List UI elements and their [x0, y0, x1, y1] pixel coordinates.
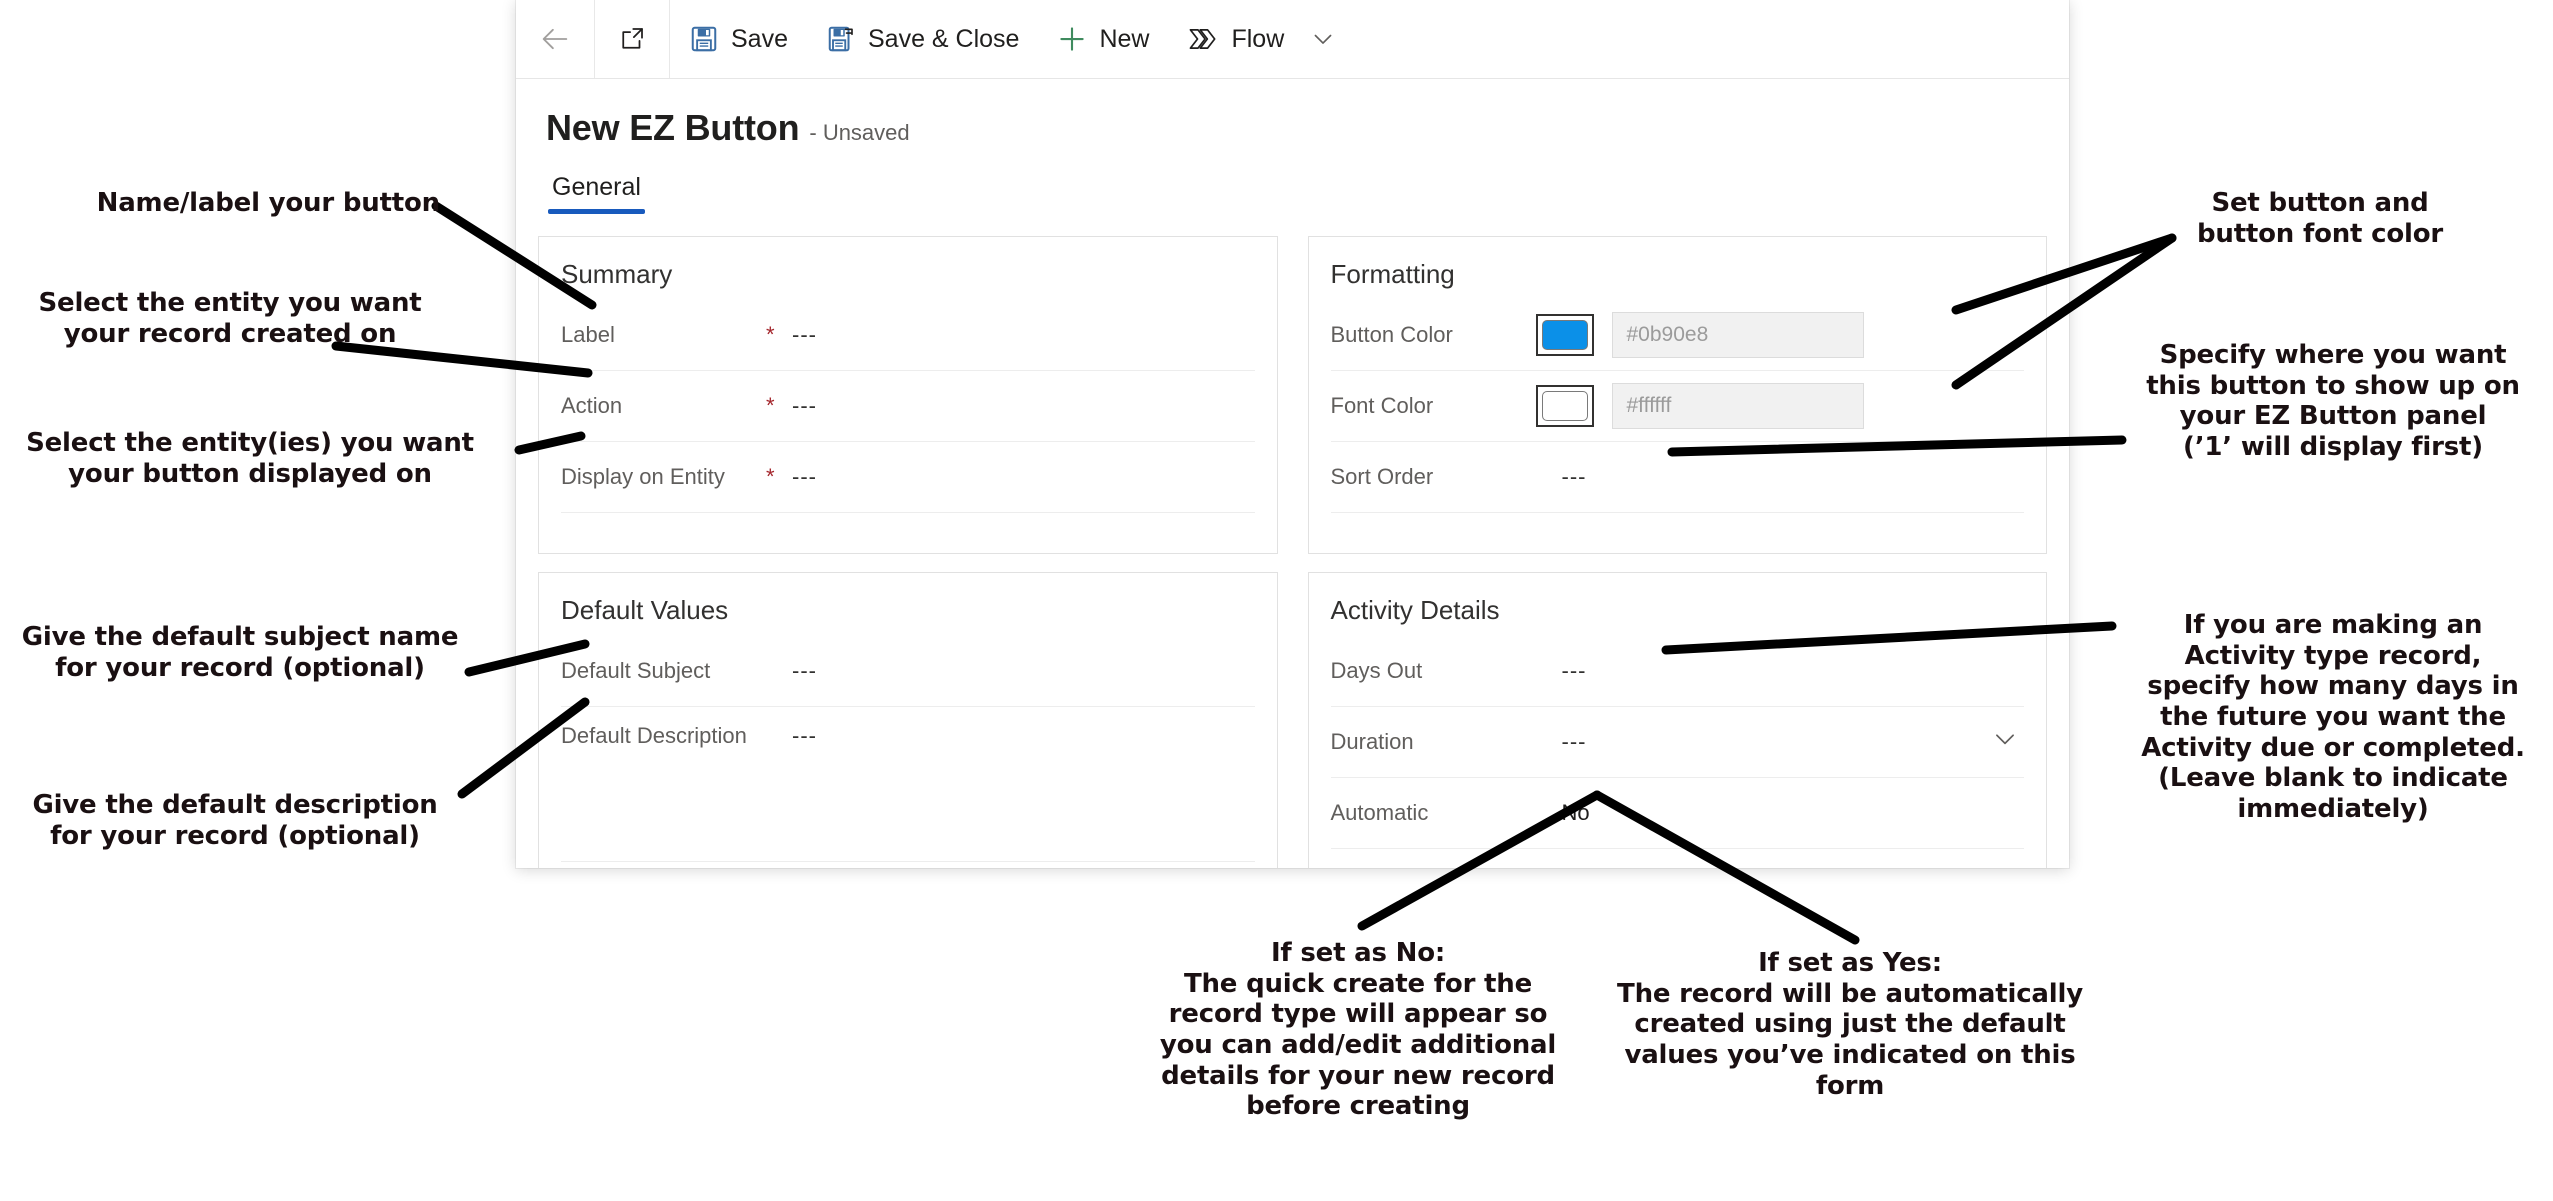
- field-value-default-description[interactable]: ---: [792, 723, 1255, 749]
- save-and-close-button[interactable]: Save & Close: [807, 0, 1038, 78]
- field-row-label[interactable]: Label * ---: [561, 300, 1255, 371]
- field-value-display-on-entity[interactable]: ---: [792, 464, 1255, 490]
- annotation-automatic-yes: If set as Yes: The record will be automa…: [1617, 948, 2083, 1101]
- card-activity-details-title: Activity Details: [1330, 595, 1500, 625]
- flow-icon: [1190, 28, 1216, 49]
- font-color-swatch[interactable]: [1535, 385, 1594, 427]
- field-row-action[interactable]: Action * ---: [561, 371, 1255, 442]
- required-asterisk: *: [766, 464, 775, 489]
- card-formatting-rows: Button Color #0b90e8 Font Color #ffffff: [1309, 300, 2047, 553]
- annotation-select-entity-record: Select the entity you want your record c…: [38, 288, 422, 349]
- field-value-default-subject[interactable]: ---: [792, 658, 1255, 684]
- annotation-default-description: Give the default description for your re…: [32, 790, 438, 851]
- card-bottom-padding: [561, 513, 1255, 543]
- unsaved-status: - Unsaved: [809, 120, 910, 145]
- flow-button-label: Flow: [1231, 24, 1285, 53]
- card-summary-rows: Label * --- Action * --- Display on Enti…: [539, 300, 1277, 553]
- tab-general-label: General: [552, 173, 641, 201]
- annotation-set-button-font-color: Set button and button font color: [2196, 188, 2444, 249]
- button-color-hex-input[interactable]: #0b90e8: [1611, 312, 1864, 358]
- button-color-swatch[interactable]: [1535, 314, 1594, 356]
- field-label-label: Label: [561, 322, 615, 347]
- field-row-default-subject[interactable]: Default Subject ---: [561, 636, 1255, 707]
- field-label-automatic: Automatic: [1330, 800, 1429, 825]
- field-row-days-out[interactable]: Days Out ---: [1330, 636, 2025, 707]
- save-and-close-icon: [828, 26, 853, 52]
- card-formatting-title: Formatting: [1330, 259, 1455, 289]
- field-value-duration[interactable]: ---: [1562, 729, 1991, 755]
- record-header: New EZ Button - Unsaved General: [516, 79, 2069, 214]
- card-summary: Summary Label * --- Action * --- Display…: [538, 236, 1278, 554]
- card-summary-title: Summary: [561, 259, 673, 289]
- command-bar-overflow-button[interactable]: [1303, 0, 1353, 78]
- save-button-label: Save: [731, 24, 788, 53]
- field-label-days-out: Days Out: [1330, 658, 1423, 683]
- field-label-button-color: Button Color: [1330, 322, 1453, 347]
- command-bar: Save Save & Close New Flow: [516, 0, 2069, 79]
- annotation-default-subject: Give the default subject name for your r…: [21, 622, 459, 683]
- chevron-down-icon: [1996, 734, 2014, 745]
- chevron-down-icon: [1314, 34, 1332, 44]
- screenshot-root: Save Save & Close New Flow New EZ Button…: [0, 0, 2553, 1201]
- required-asterisk: *: [766, 393, 775, 418]
- annotation-automatic-no: If set as No: The quick create for the r…: [1159, 938, 1557, 1122]
- font-color-hex-input[interactable]: #ffffff: [1611, 383, 1864, 429]
- required-asterisk: *: [766, 322, 775, 347]
- save-floppy-icon: [691, 26, 717, 52]
- save-button[interactable]: Save: [670, 0, 807, 78]
- plus-icon: [1060, 27, 1085, 51]
- field-value-days-out[interactable]: ---: [1562, 658, 2025, 684]
- annotation-sort-order: Specify where you want this button to sh…: [2146, 340, 2520, 463]
- field-row-sort-order[interactable]: Sort Order ---: [1330, 442, 2025, 513]
- open-in-new-window-button[interactable]: [595, 0, 670, 78]
- field-label-action: Action: [561, 393, 623, 418]
- card-default-values-title: Default Values: [561, 595, 729, 625]
- field-row-display-on-entity[interactable]: Display on Entity * ---: [561, 442, 1255, 513]
- card-bottom-padding: [561, 862, 1255, 868]
- field-row-default-description[interactable]: Default Description ---: [561, 707, 1255, 862]
- tab-strip: General: [546, 173, 2069, 214]
- field-value-automatic[interactable]: No: [1562, 800, 2025, 826]
- annotation-select-entities-display: Select the entity(ies) you want your but…: [26, 428, 474, 489]
- button-color-swatch-fill: [1541, 320, 1588, 350]
- field-label-display-on-entity: Display on Entity: [561, 464, 725, 489]
- new-button[interactable]: New: [1038, 0, 1168, 78]
- tab-general[interactable]: General: [548, 173, 645, 214]
- field-row-automatic[interactable]: Automatic No: [1330, 778, 2025, 849]
- form-body: Summary Label * --- Action * --- Display…: [538, 236, 2047, 868]
- card-default-values-rows: Default Subject --- Default Description …: [539, 636, 1277, 868]
- title-row: New EZ Button - Unsaved: [546, 107, 2069, 149]
- field-label-font-color: Font Color: [1330, 393, 1434, 418]
- card-activity-details-rows: Days Out --- Duration --- Automatic No: [1309, 636, 2047, 868]
- field-row-font-color[interactable]: Font Color #ffffff: [1330, 371, 2024, 442]
- field-label-default-subject: Default Subject: [561, 658, 711, 683]
- field-row-button-color[interactable]: Button Color #0b90e8: [1330, 300, 2024, 371]
- page-title: New EZ Button: [546, 107, 800, 148]
- ez-button-form-window: Save Save & Close New Flow New EZ Button…: [516, 0, 2069, 868]
- card-default-values: Default Values Default Subject --- Defau…: [538, 572, 1278, 868]
- back-button[interactable]: [516, 0, 595, 78]
- card-formatting: Formatting Button Color #0b90e8 Font Col…: [1307, 236, 2047, 554]
- save-and-close-label: Save & Close: [867, 24, 1020, 53]
- open-in-new-window-icon: [622, 28, 643, 49]
- duration-dropdown-button[interactable]: [1990, 724, 2024, 760]
- flow-button[interactable]: Flow: [1168, 0, 1303, 78]
- field-value-label[interactable]: ---: [792, 322, 1255, 348]
- field-value-action[interactable]: ---: [792, 393, 1255, 419]
- field-value-sort-order[interactable]: ---: [1562, 464, 2025, 490]
- field-label-duration: Duration: [1330, 729, 1414, 754]
- field-label-default-description: Default Description: [561, 723, 747, 748]
- card-bottom-padding: [1331, 513, 2025, 543]
- field-label-sort-order: Sort Order: [1330, 464, 1434, 489]
- card-activity-details: Activity Details Days Out --- Duration -…: [1307, 572, 2047, 868]
- field-row-duration[interactable]: Duration ---: [1330, 707, 2024, 778]
- font-color-swatch-fill: [1541, 391, 1588, 421]
- new-button-label: New: [1099, 24, 1150, 53]
- card-bottom-padding: [1331, 849, 2025, 868]
- annotation-name-label-your-button: Name/label your button: [96, 188, 441, 218]
- back-arrow-icon: [542, 28, 568, 50]
- annotation-days-out: If you are making an Activity type recor…: [2141, 610, 2525, 825]
